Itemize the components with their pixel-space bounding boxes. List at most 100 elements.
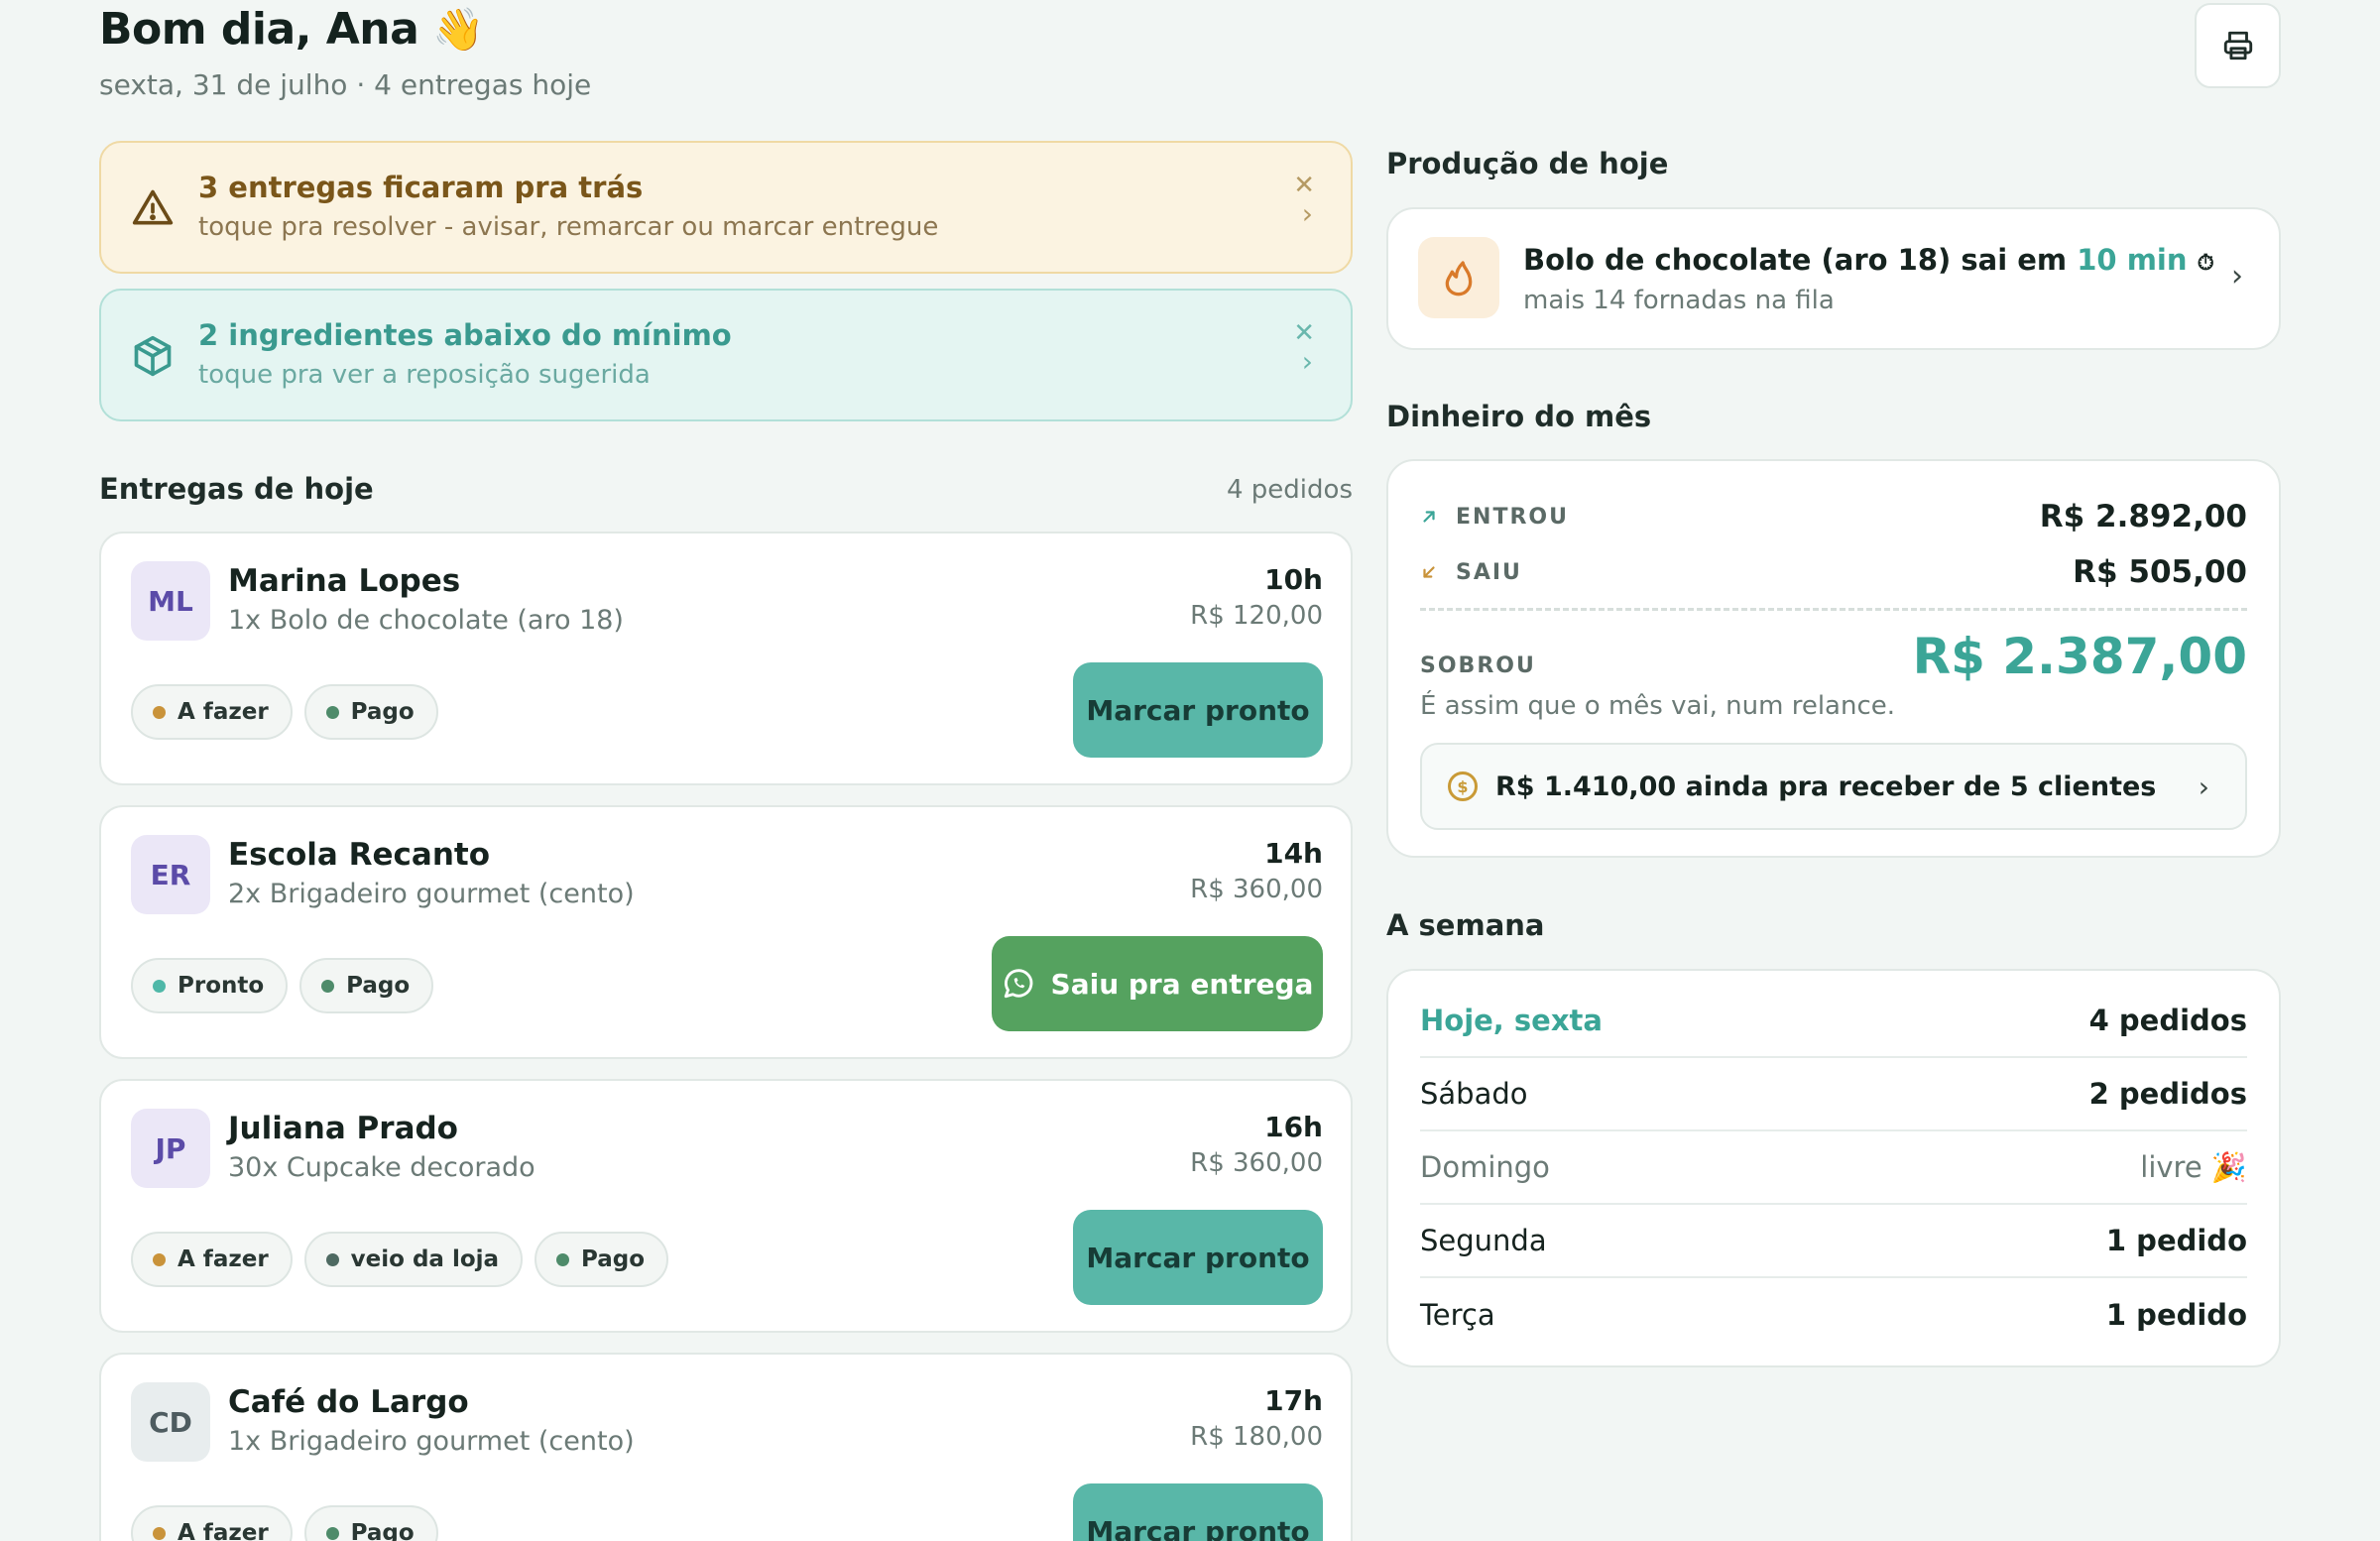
whatsapp-icon (1004, 969, 1032, 999)
status-dot (153, 1526, 166, 1540)
chevron-right-icon: › (2198, 770, 2209, 803)
timer-icon: ⏱ (2197, 251, 2214, 276)
order-item: 2x Brigadeiro gourmet (cento) (228, 879, 635, 909)
status-tags: A fazer Pago (131, 684, 438, 740)
order-card[interactable]: JP Juliana Prado 30x Cupcake decorado 16… (99, 1079, 1353, 1333)
close-icon[interactable]: ✕ (1293, 173, 1315, 198)
alert-subtitle: toque pra resolver - avisar, remarcar ou… (198, 212, 939, 242)
tag-label: Pago (350, 1520, 415, 1541)
production-title: Produção de hoje (1386, 147, 1669, 180)
delivery-time: 10h (1264, 563, 1323, 596)
arrow-down-left-icon (1423, 566, 1435, 578)
production-time: 10 min (2077, 243, 2188, 277)
button-label: Saiu pra entrega (1050, 967, 1314, 1001)
order-price: R$ 120,00 (1190, 601, 1323, 631)
mark-ready-button[interactable]: Marcar pronto (1073, 1483, 1323, 1541)
receivables-text: R$ 1.410,00 ainda pra receber de 5 clien… (1495, 770, 2157, 802)
printer-icon (2223, 31, 2252, 60)
status-tag-store[interactable]: veio da loja (303, 1232, 524, 1287)
print-button[interactable] (2195, 3, 2281, 88)
status-tag-todo[interactable]: A fazer (131, 684, 293, 740)
status-tags: A fazer veio da loja Pago (131, 1232, 669, 1287)
order-price: R$ 360,00 (1190, 1148, 1323, 1178)
week-title: A semana (1386, 908, 1545, 942)
status-dot (153, 979, 166, 993)
tag-label: veio da loja (350, 1246, 500, 1272)
status-tag-paid[interactable]: Pago (535, 1232, 669, 1287)
customer-name: Escola Recanto (228, 837, 491, 873)
money-title: Dinheiro do mês (1386, 400, 1652, 433)
week-row-monday[interactable]: Segunda 1 pedido (1420, 1205, 2247, 1278)
status-tag-todo[interactable]: A fazer (131, 1232, 293, 1287)
deliveries-title: Entregas de hoje (99, 472, 374, 506)
box-icon (134, 335, 172, 377)
production-next-item: Bolo de chocolate (aro 18) sai em 10 min… (1523, 243, 2214, 277)
week-row-saturday[interactable]: Sábado 2 pedidos (1420, 1058, 2247, 1131)
label-text: SAIU (1456, 559, 1522, 585)
close-icon[interactable]: ✕ (1293, 320, 1315, 346)
deliveries-count: 4 pedidos (1227, 475, 1353, 505)
week-day: Domingo (1420, 1150, 1550, 1184)
week-card: Hoje, sexta 4 pedidos Sábado 2 pedidos D… (1386, 969, 2281, 1367)
avatar: ER (131, 835, 210, 914)
money-left-row: SOBROU R$ 2.387,00 (1420, 628, 2247, 685)
chevron-right-icon: › (2231, 259, 2243, 294)
status-tag-paid[interactable]: Pago (303, 1505, 438, 1541)
date-subline: sexta, 31 de julho · 4 entregas hoje (99, 68, 592, 101)
customer-name: Juliana Prado (228, 1111, 458, 1146)
status-dot (153, 705, 166, 719)
money-out-label: SAIU (1420, 560, 1522, 585)
overdue-deliveries-alert[interactable]: 3 entregas ficaram pra trás toque pra re… (99, 141, 1353, 274)
delivery-time: 14h (1264, 837, 1323, 870)
label-text: ENTROU (1456, 504, 1569, 530)
status-dot (153, 1252, 166, 1266)
status-tag-paid[interactable]: Pago (303, 684, 438, 740)
tag-label: A fazer (178, 1246, 269, 1272)
alert-title: 3 entregas ficaram pra trás (198, 171, 644, 204)
greeting-text: Bom dia, Ana (99, 4, 419, 55)
receivables-button[interactable]: $ R$ 1.410,00 ainda pra receber de 5 cli… (1420, 743, 2247, 830)
money-in-label: ENTROU (1420, 505, 1569, 530)
coin-icon: $ (1448, 771, 1478, 801)
out-for-delivery-button[interactable]: Saiu pra entrega (992, 936, 1323, 1031)
order-price: R$ 180,00 (1190, 1422, 1323, 1452)
tag-label: Pago (350, 699, 415, 725)
money-left-label: SOBROU (1420, 652, 1536, 678)
order-item: 1x Bolo de chocolate (aro 18) (228, 605, 624, 636)
status-tags: Pronto Pago (131, 958, 434, 1013)
money-left-value: R$ 2.387,00 (1912, 628, 2247, 685)
status-tags: A fazer Pago (131, 1505, 438, 1541)
arrow-up-right-icon (1423, 511, 1435, 523)
mark-ready-button[interactable]: Marcar pronto (1073, 662, 1323, 758)
order-item: 1x Brigadeiro gourmet (cento) (228, 1426, 635, 1457)
order-card[interactable]: CD Café do Largo 1x Brigadeiro gourmet (… (99, 1353, 1353, 1541)
week-count: 1 pedido (2105, 1298, 2247, 1332)
avatar: JP (131, 1109, 210, 1188)
money-in-row: ENTROU R$ 2.892,00 (1420, 499, 2247, 534)
week-day: Hoje, sexta (1420, 1004, 1603, 1037)
avatar: ML (131, 561, 210, 641)
status-tag-todo[interactable]: A fazer (131, 1505, 293, 1541)
divider (1420, 608, 2247, 611)
order-card[interactable]: ML Marina Lopes 1x Bolo de chocolate (ar… (99, 532, 1353, 785)
mark-ready-button[interactable]: Marcar pronto (1073, 1210, 1323, 1305)
status-dot (325, 1252, 339, 1266)
tag-label: Pago (346, 973, 411, 999)
order-card[interactable]: ER Escola Recanto 2x Brigadeiro gourmet … (99, 805, 1353, 1059)
week-row-tuesday[interactable]: Terça 1 pedido (1420, 1278, 2247, 1352)
order-price: R$ 360,00 (1190, 875, 1323, 904)
week-count: 1 pedido (2105, 1224, 2247, 1257)
production-card[interactable]: Bolo de chocolate (aro 18) sai em 10 min… (1386, 207, 2281, 350)
tag-label: A fazer (178, 1520, 269, 1541)
status-tag-paid[interactable]: Pago (299, 958, 434, 1013)
week-row-today[interactable]: Hoje, sexta 4 pedidos (1420, 985, 2247, 1058)
week-row-sunday[interactable]: Domingo livre 🎉 (1420, 1131, 2247, 1205)
low-ingredients-alert[interactable]: 2 ingredientes abaixo do mínimo toque pr… (99, 289, 1353, 421)
week-day: Sábado (1420, 1077, 1528, 1111)
avatar: CD (131, 1382, 210, 1462)
delivery-time: 16h (1264, 1111, 1323, 1143)
tag-label: A fazer (178, 699, 269, 725)
status-dot (321, 979, 335, 993)
alert-title: 2 ingredientes abaixo do mínimo (198, 318, 732, 352)
status-tag-ready[interactable]: Pronto (131, 958, 289, 1013)
